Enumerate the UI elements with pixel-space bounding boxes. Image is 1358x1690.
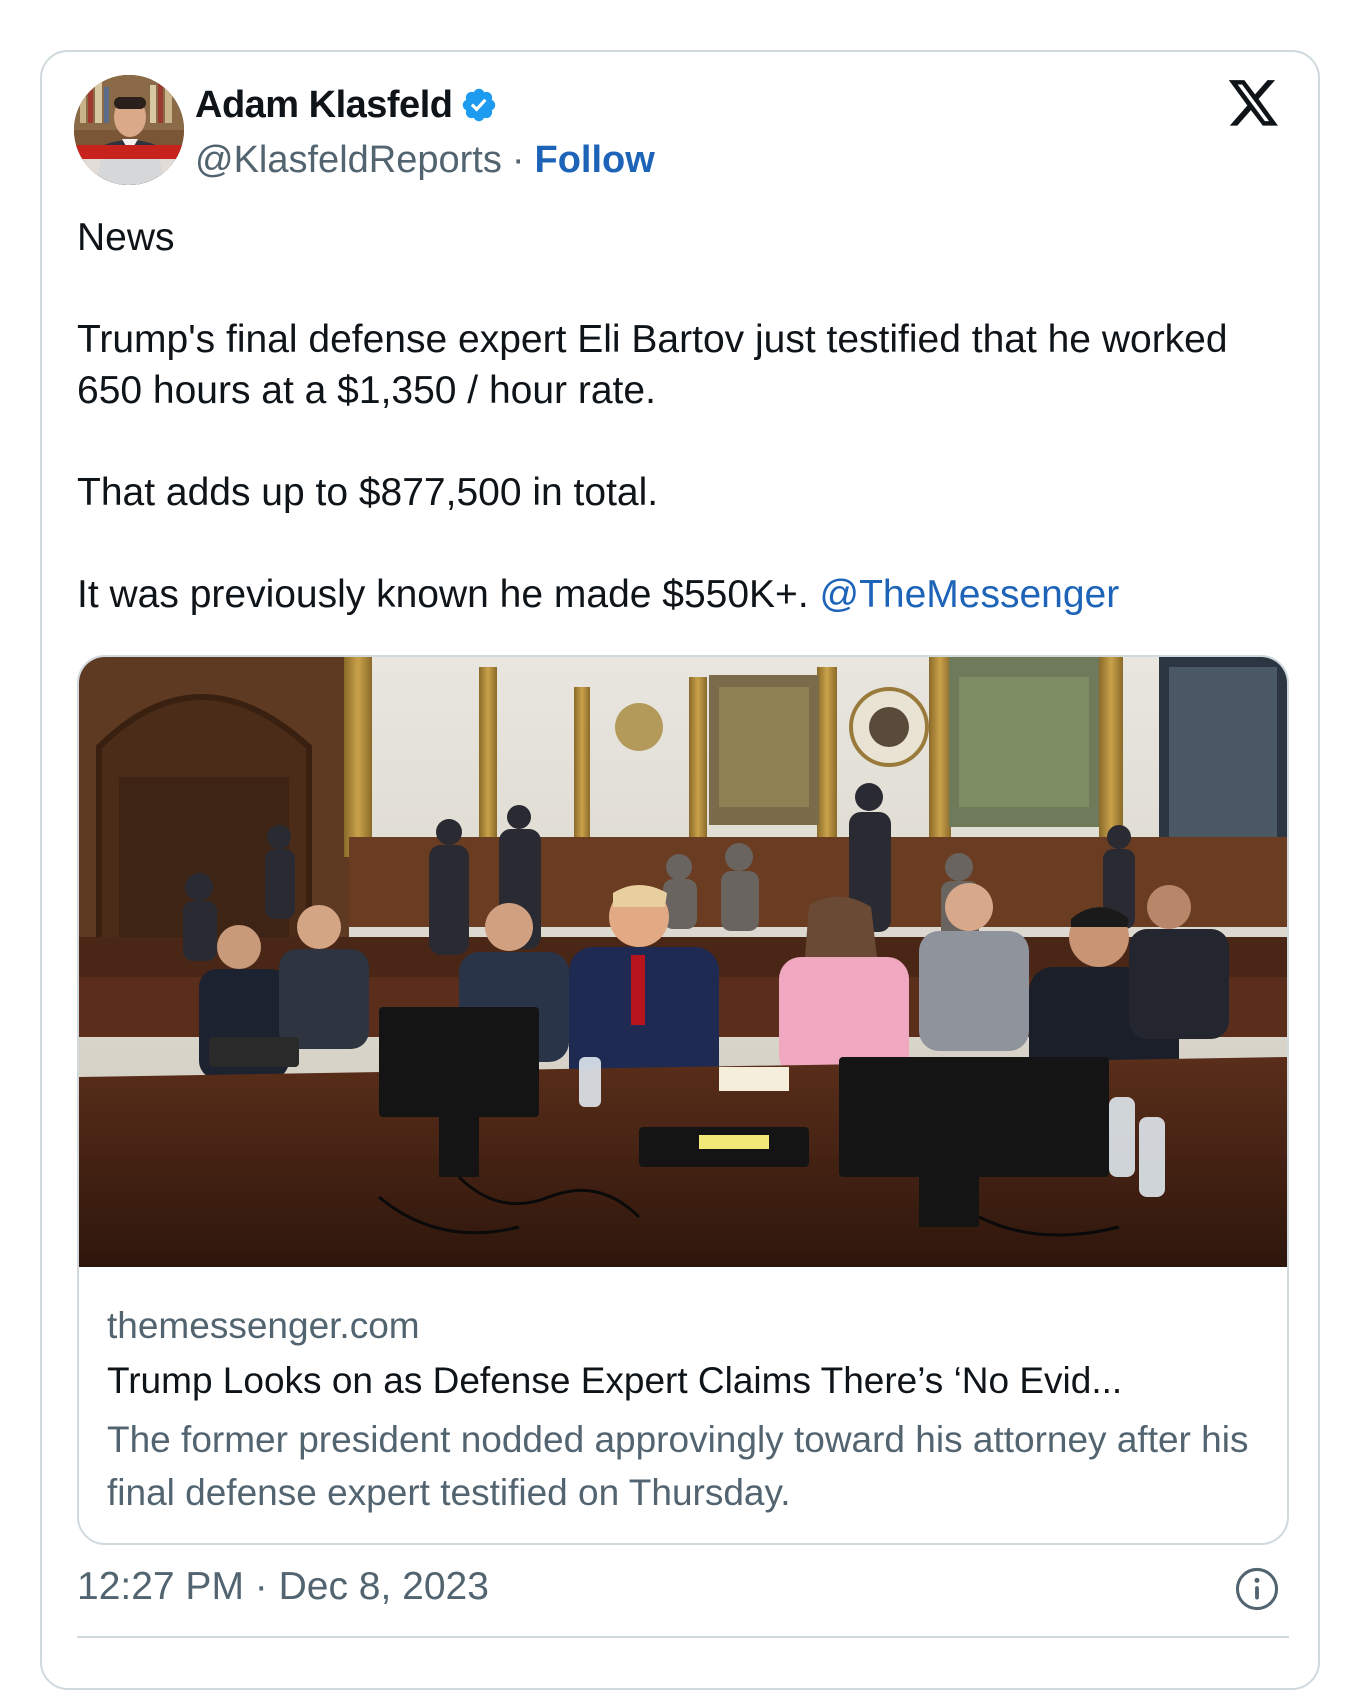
verified-badge-icon: [463, 88, 496, 122]
tweet-paragraph: Trump's final defense expert Eli Bartov …: [77, 318, 1228, 412]
author-handle-row: @KlasfeldReports · Follow: [195, 136, 655, 184]
tweet-timestamp[interactable]: 12:27 PM · Dec 8, 2023: [77, 1565, 489, 1609]
info-icon[interactable]: [1234, 1566, 1280, 1612]
follow-button[interactable]: Follow: [534, 139, 654, 182]
author-handle[interactable]: @KlasfeldReports: [195, 139, 502, 182]
link-card-title: Trump Looks on as Defense Expert Claims …: [107, 1360, 1123, 1401]
tweet-paragraph: News: [77, 216, 175, 259]
link-card[interactable]: themessenger.com Trump Looks on as Defen…: [77, 655, 1289, 1545]
mention-link[interactable]: @TheMessenger: [820, 573, 1120, 616]
x-logo-icon[interactable]: [1228, 80, 1280, 128]
tweet-paragraph-text: It was previously known he made $550K+.: [77, 573, 809, 616]
author-name-row: Adam Klasfeld: [195, 80, 498, 130]
tweet-text: News Trump's final defense expert Eli Ba…: [77, 212, 1277, 620]
tweet-paragraph: That adds up to $877,500 in total.: [77, 471, 659, 514]
author-display-name[interactable]: Adam Klasfeld: [195, 84, 453, 127]
divider: [77, 1636, 1289, 1638]
article-photo[interactable]: [79, 657, 1287, 1267]
link-card-domain: themessenger.com: [107, 1305, 420, 1346]
link-card-description: The former president nodded approvingly …: [107, 1419, 1249, 1513]
tweet-paragraph: It was previously known he made $550K+. …: [77, 569, 1277, 620]
avatar[interactable]: [74, 75, 184, 185]
separator-dot: ·: [511, 138, 525, 181]
